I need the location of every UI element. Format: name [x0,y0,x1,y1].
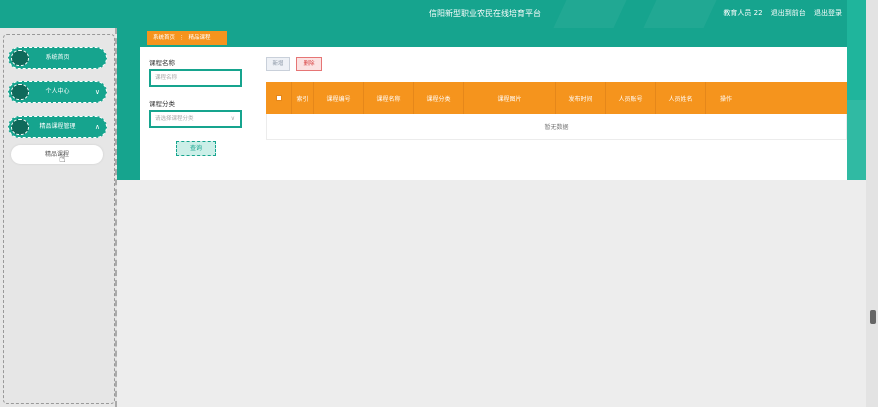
search-panel: 课程名称 课程名称 课程分类 请选择课程分类 ∨ 查询 [140,47,250,180]
column-header-staff-account: 人员账号 [606,82,656,114]
course-name-placeholder: 课程名称 [155,75,178,81]
column-header-publish-time: 发布时间 [556,82,606,114]
user-role: 教育人员 22 [723,9,763,17]
scrollbar-thumb[interactable] [870,310,876,324]
table-header: 索引 课程编号 课程名称 课程分类 课程图片 发布时间 人员账号 人员姓名 操作 [266,82,847,114]
hand-cursor-icon: ☝ [59,152,66,165]
course-category-select[interactable]: 请选择课程分类 ∨ [149,110,242,128]
breadcrumb: 系统首页 ⋮ 精品课程 [147,31,227,45]
chevron-down-icon: ∨ [230,115,235,122]
back-to-front-link[interactable]: 退出到前台 [771,9,806,17]
page-scrollbar[interactable] [866,0,878,407]
column-header-index: 索引 [292,82,314,114]
empty-state-text: 暂无数据 [544,124,569,131]
breadcrumb-current: 精品课程 [188,35,211,41]
sidebar-item-personal-center[interactable]: 个人中心 ∨ [8,81,107,103]
sidebar-item-home[interactable]: 系统首页 [8,47,107,69]
chevron-down-icon: ∨ [94,88,100,96]
logout-link[interactable]: 退出登录 [814,9,842,17]
course-name-label: 课程名称 [149,59,175,67]
data-table: 索引 课程编号 课程名称 课程分类 课程图片 发布时间 人员账号 人员姓名 操作… [266,82,847,140]
top-header: 信阳新型职业农民在线培育平台 教育人员 22 退出到前台 退出登录 [0,0,878,28]
delete-button[interactable]: 删除 [296,57,322,71]
table-body: 暂无数据 [266,114,847,140]
column-header-course-category: 课程分类 [414,82,464,114]
course-category-label: 课程分类 [149,100,175,108]
course-category-placeholder: 请选择课程分类 [155,116,194,122]
select-all-checkbox[interactable] [266,82,292,114]
breadcrumb-separator: ⋮ [179,35,185,41]
chevron-up-icon: ∧ [94,123,100,131]
breadcrumb-home[interactable]: 系统首页 [153,35,175,41]
app-title: 信阳新型职业农民在线培育平台 [429,9,541,18]
column-header-course-image: 课程图片 [464,82,556,114]
column-header-course-name: 课程名称 [364,82,414,114]
column-header-staff-name: 人员姓名 [656,82,706,114]
add-button[interactable]: 新增 [266,57,290,71]
sidebar-item-label: 系统首页 [45,54,70,61]
user-area: 教育人员 22 退出到前台 退出登录 [717,8,842,18]
column-header-course-id: 课程编号 [314,82,364,114]
main-content: 新增 删除 索引 课程编号 课程名称 课程分类 课程图片 发布时间 人员账号 人… [250,47,847,180]
column-header-actions: 操作 [719,95,732,103]
sidebar-item-label: 个人中心 [45,88,70,95]
course-name-input[interactable]: 课程名称 [149,69,242,87]
submenu-item-quality-course[interactable]: 精品课程 [11,145,103,164]
sidebar-item-course-management[interactable]: 精品课程管理 ∧ [8,116,107,138]
sidebar-item-label: 精品课程管理 [39,123,76,130]
query-button[interactable]: 查询 [176,141,216,156]
